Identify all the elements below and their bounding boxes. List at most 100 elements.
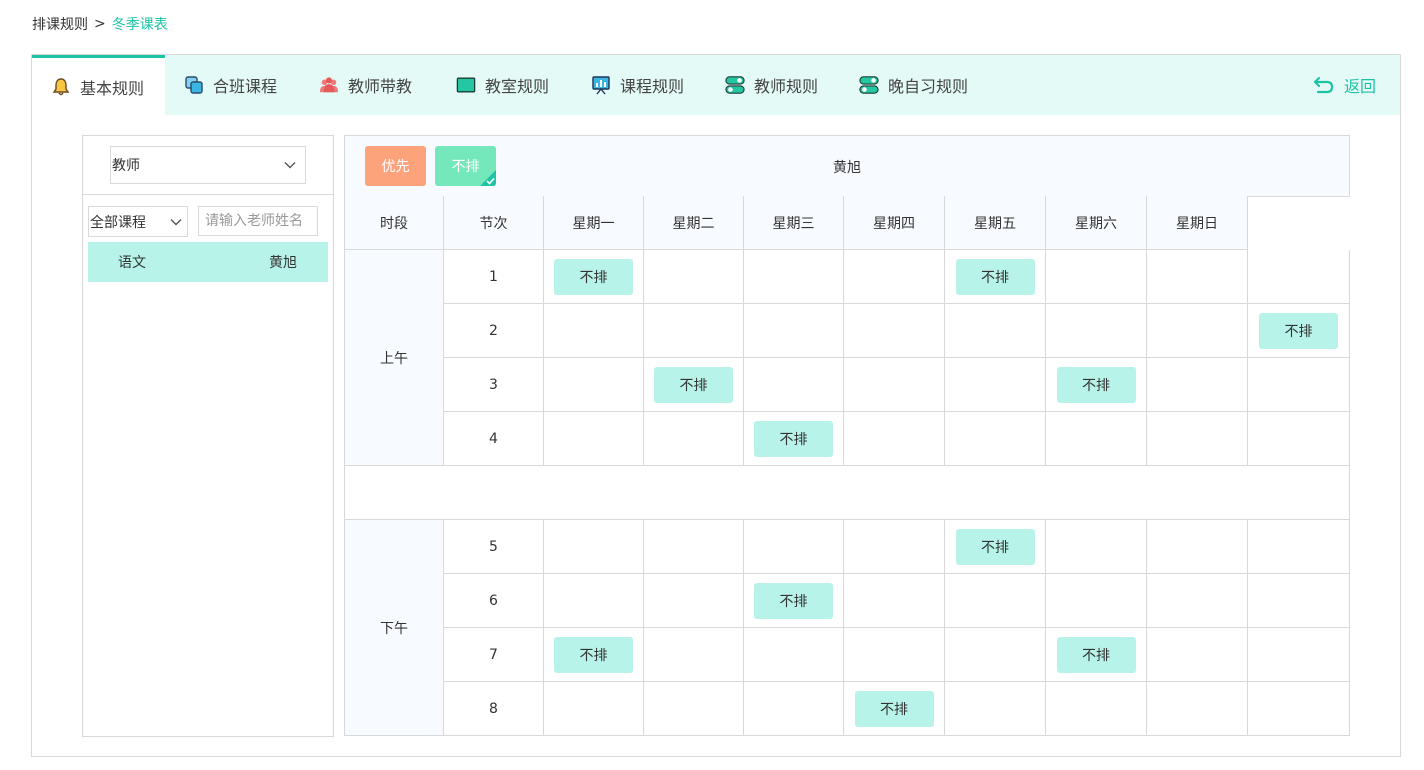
schedule-cell[interactable] — [544, 574, 644, 628]
schedule-cell[interactable] — [544, 412, 644, 466]
no-schedule-badge[interactable]: 不排 — [955, 258, 1035, 295]
tab-label: 教师规则 — [754, 77, 819, 96]
no-schedule-badge[interactable]: 不排 — [955, 528, 1035, 565]
schedule-cell[interactable] — [1147, 304, 1248, 358]
schedule-cell[interactable] — [945, 628, 1046, 682]
schedule-cell[interactable]: 不排 — [744, 574, 844, 628]
back-button[interactable]: 返回 — [1313, 55, 1376, 115]
tab-label: 基本规则 — [80, 78, 145, 98]
schedule-cell[interactable] — [744, 628, 844, 682]
schedule-cell[interactable] — [644, 682, 744, 736]
schedule-cell[interactable] — [744, 304, 844, 358]
no-schedule-button[interactable]: 不排 — [435, 146, 496, 186]
schedule-cell[interactable] — [644, 628, 744, 682]
schedule-cell[interactable] — [844, 520, 945, 574]
tab-teacher-rules[interactable]: 教师规则 — [725, 55, 818, 115]
schedule-cell[interactable] — [1046, 304, 1147, 358]
no-schedule-badge[interactable]: 不排 — [654, 366, 733, 403]
tab-evening-study-rules[interactable]: 晚自习规则 — [859, 55, 968, 115]
schedule-cell[interactable] — [945, 412, 1046, 466]
users-icon — [319, 75, 339, 95]
breadcrumb-parent-link[interactable]: 排课规则 — [32, 14, 88, 34]
schedule-cell[interactable]: 不排 — [544, 250, 644, 304]
no-schedule-badge[interactable]: 不排 — [754, 420, 833, 457]
schedule-cell[interactable] — [1248, 358, 1350, 412]
tab-label: 教室规则 — [485, 77, 550, 96]
schedule-cell[interactable] — [1147, 682, 1248, 736]
schedule-cell[interactable] — [1046, 574, 1147, 628]
schedule-cell[interactable] — [1248, 628, 1350, 682]
rules-panel: 基本规则 合班课程 教师带教 教室规则 课程规则 教师规则 晚自习规则 返回 教… — [31, 54, 1401, 757]
type-select[interactable]: 教师 — [110, 146, 306, 184]
schedule-cell[interactable] — [844, 628, 945, 682]
schedule-cell[interactable] — [1046, 520, 1147, 574]
schedule-cell[interactable] — [644, 520, 744, 574]
schedule-cell[interactable] — [1046, 682, 1147, 736]
schedule-cell[interactable] — [1248, 250, 1350, 304]
schedule-cell[interactable] — [644, 412, 744, 466]
schedule-cell[interactable] — [844, 358, 945, 412]
list-item[interactable]: 语文 黄旭 — [88, 242, 328, 282]
schedule-cell[interactable] — [1248, 682, 1350, 736]
tab-course-rules[interactable]: 课程规则 — [591, 55, 684, 115]
period-number-text: 4 — [489, 430, 498, 447]
schedule-cell[interactable] — [1248, 412, 1350, 466]
course-select[interactable]: 全部课程 — [88, 206, 188, 237]
no-schedule-badge[interactable]: 不排 — [1056, 636, 1136, 673]
schedule-cell[interactable] — [1046, 250, 1147, 304]
priority-button[interactable]: 优先 — [365, 146, 426, 186]
no-schedule-badge[interactable]: 不排 — [554, 258, 633, 295]
schedule-cell[interactable] — [844, 250, 945, 304]
no-schedule-badge[interactable]: 不排 — [554, 636, 633, 673]
schedule-cell[interactable] — [744, 520, 844, 574]
schedule-cell[interactable]: 不排 — [644, 358, 744, 412]
schedule-cell[interactable] — [1147, 250, 1248, 304]
period-number-text: 7 — [489, 646, 498, 663]
schedule-cell[interactable] — [945, 358, 1046, 412]
tab-label: 合班课程 — [213, 77, 278, 96]
schedule-cell[interactable]: 不排 — [544, 628, 644, 682]
schedule-cell[interactable] — [544, 304, 644, 358]
schedule-cell[interactable] — [844, 304, 945, 358]
schedule-cell[interactable]: 不排 — [945, 520, 1046, 574]
schedule-cell[interactable] — [945, 304, 1046, 358]
schedule-cell[interactable] — [544, 682, 644, 736]
no-schedule-badge[interactable]: 不排 — [1056, 366, 1136, 403]
schedule-cell[interactable] — [1046, 412, 1147, 466]
tab-merged-courses[interactable]: 合班课程 — [184, 55, 277, 115]
schedule-cell[interactable] — [945, 574, 1046, 628]
schedule-cell[interactable] — [644, 250, 744, 304]
schedule-cell[interactable] — [1147, 574, 1248, 628]
schedule-cell[interactable] — [844, 412, 945, 466]
schedule-cell[interactable] — [1248, 574, 1350, 628]
no-schedule-badge[interactable]: 不排 — [1259, 312, 1338, 349]
schedule-cell[interactable] — [1147, 412, 1248, 466]
schedule-cell[interactable]: 不排 — [1046, 628, 1147, 682]
tab-teacher-mentoring[interactable]: 教师带教 — [319, 55, 412, 115]
schedule-cell[interactable] — [1248, 520, 1350, 574]
no-schedule-badge[interactable]: 不排 — [754, 582, 833, 619]
schedule-cell[interactable]: 不排 — [1248, 304, 1350, 358]
chevron-down-icon — [170, 219, 182, 226]
schedule-cell[interactable]: 不排 — [744, 412, 844, 466]
schedule-cell[interactable] — [945, 682, 1046, 736]
teacher-name-input[interactable] — [198, 206, 318, 236]
no-schedule-badge[interactable]: 不排 — [854, 690, 934, 727]
schedule-cell[interactable] — [744, 250, 844, 304]
schedule-cell[interactable] — [544, 520, 644, 574]
schedule-cell[interactable] — [744, 358, 844, 412]
schedule-cell[interactable]: 不排 — [1046, 358, 1147, 412]
schedule-cell[interactable] — [544, 358, 644, 412]
schedule-cell[interactable] — [644, 574, 744, 628]
schedule-cell[interactable] — [844, 574, 945, 628]
tab-basic-rules[interactable]: 基本规则 — [32, 55, 165, 115]
schedule-cell[interactable] — [1147, 628, 1248, 682]
schedule-cell[interactable] — [1147, 520, 1248, 574]
schedule-cell[interactable]: 不排 — [844, 682, 945, 736]
tab-classroom-rules[interactable]: 教室规则 — [456, 55, 549, 115]
schedule-cell[interactable] — [744, 682, 844, 736]
schedule-cell[interactable] — [1147, 358, 1248, 412]
breadcrumb-separator: > — [94, 16, 106, 32]
schedule-cell[interactable] — [644, 304, 744, 358]
schedule-cell[interactable]: 不排 — [945, 250, 1046, 304]
